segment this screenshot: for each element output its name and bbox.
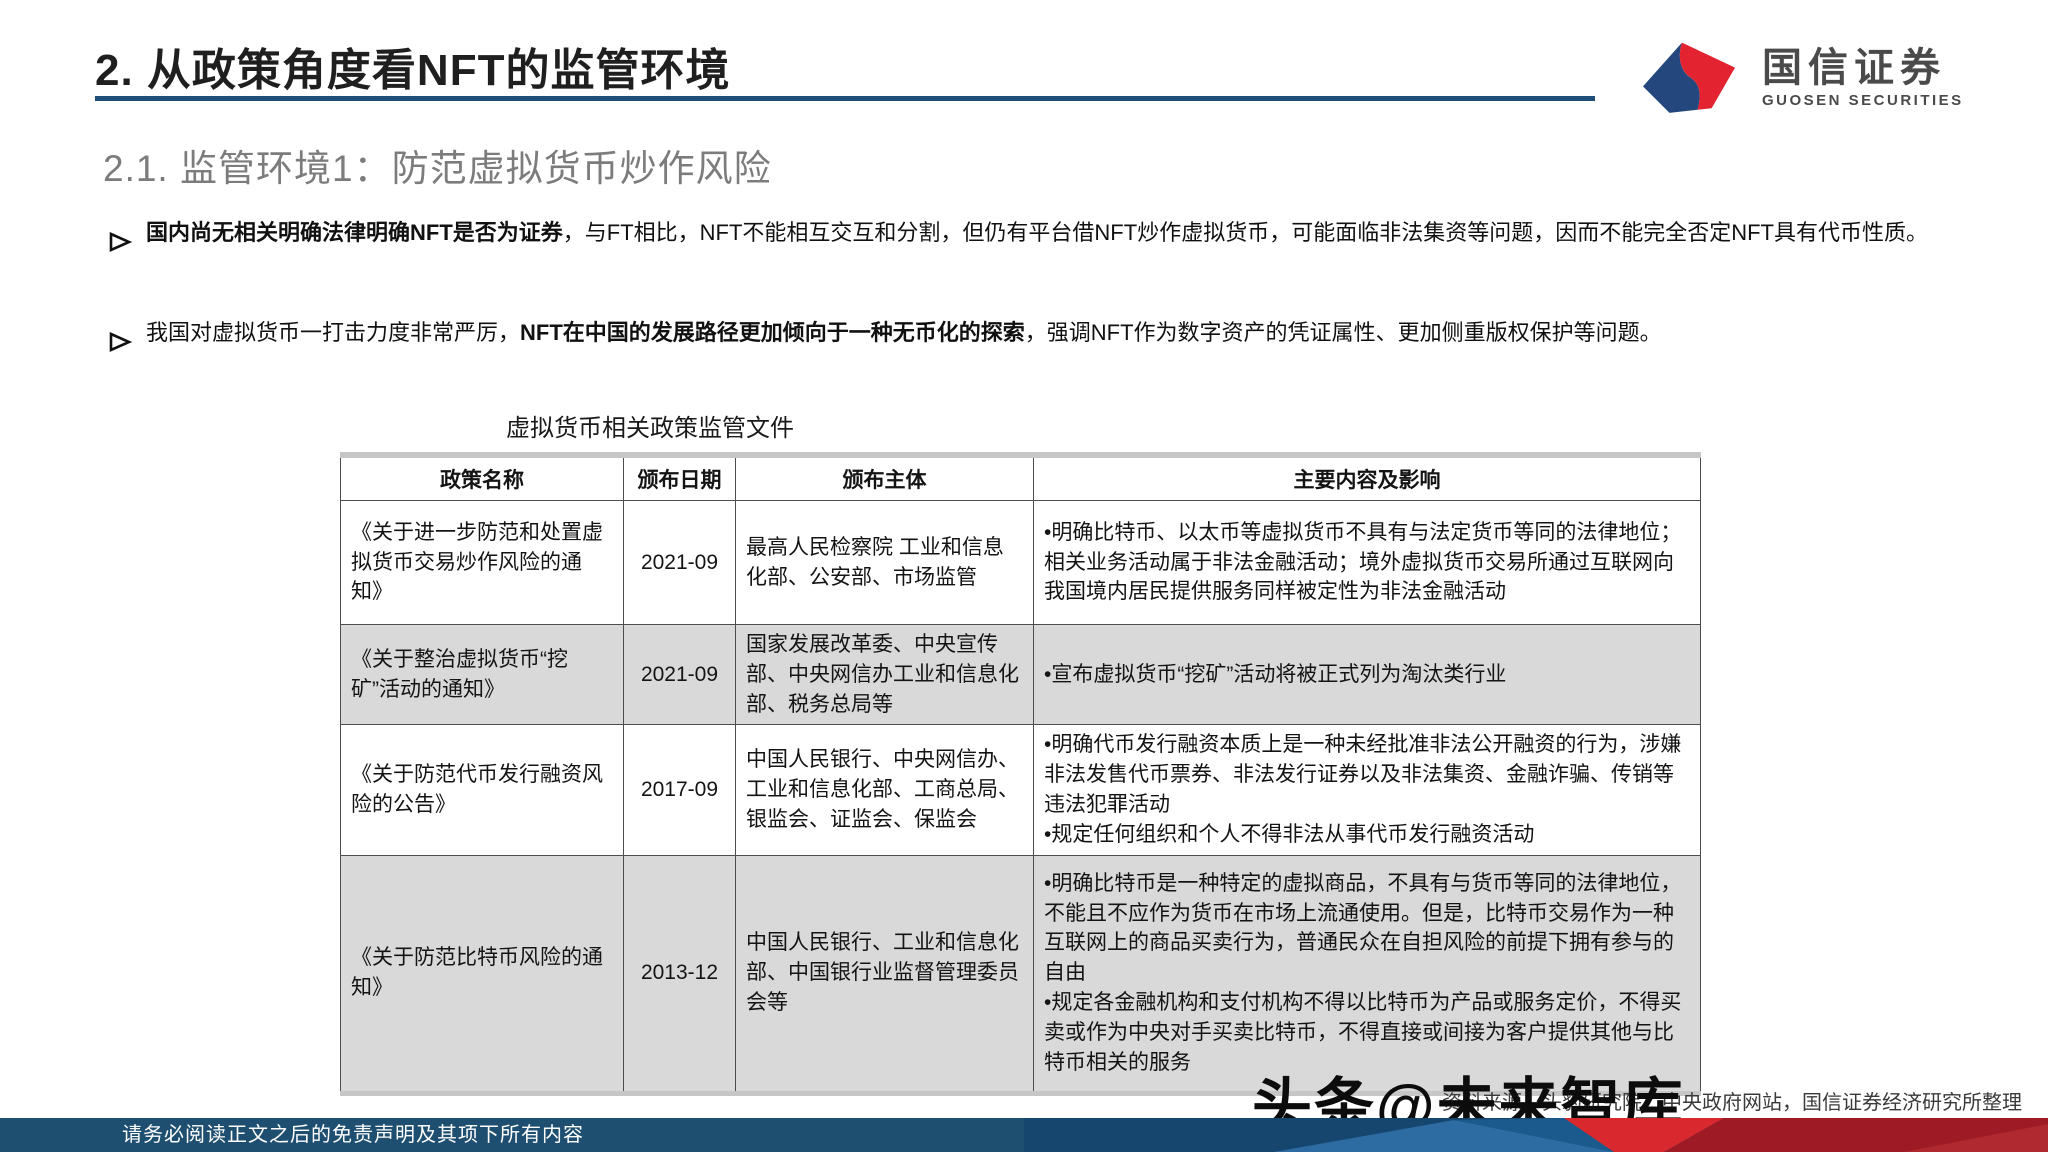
guosen-logo: 国信证券 GUOSEN SECURITIES — [1630, 38, 1964, 116]
issue-date-cell: 2013-12 — [624, 855, 736, 1093]
bullet-2-post: ，强调NFT作为数字资产的凭证属性、更加侧重版权保护等问题。 — [1025, 320, 1662, 345]
bullet-2-text: 我国对虚拟货币一打击力度非常严厉，NFT在中国的发展路径更加倾向于一种无币化的探… — [108, 308, 1938, 358]
issue-date-cell: 2021-09 — [624, 501, 736, 625]
section-subtitle: 2.1. 监管环境1：防范虚拟货币炒作风险 — [103, 138, 772, 192]
issuer-cell: 中国人民银行、中央网信办、工业和信息化部、工商总局、银监会、证监会、保监会 — [736, 725, 1034, 855]
col-header-content: 主要内容及影响 — [1034, 455, 1701, 501]
col-header-issue-date: 颁布日期 — [624, 455, 736, 501]
table-row: 《关于防范代币发行融资风险的公告》 2017-09 中国人民银行、中央网信办、工… — [341, 725, 1701, 855]
bottom-disclaimer-bar: 请务必阅读正文之后的免责声明及其项下所有内容 — [0, 1118, 2048, 1152]
bullet-2-pre: 我国对虚拟货币一打击力度非常严厉， — [146, 320, 520, 345]
content-cell: •明确代币发行融资本质上是一种未经批准非法公开融资的行为，涉嫌非法发售代币票券、… — [1034, 725, 1701, 855]
content-point: •明确代币发行融资本质上是一种未经批准非法公开融资的行为，涉嫌非法发售代币票券、… — [1044, 730, 1690, 819]
guosen-logo-icon — [1630, 38, 1748, 116]
content-point: •明确比特币、以太币等虚拟货币不具有与法定货币等同的法律地位；相关业务活动属于非… — [1044, 518, 1690, 607]
content-point: •规定任何组织和个人不得非法从事代币发行融资活动 — [1044, 820, 1690, 850]
title-underline — [95, 96, 1595, 101]
policy-name-cell: 《关于整治虚拟货币“挖矿”活动的通知》 — [341, 625, 624, 725]
issuer-cell: 国家发展改革委、中央宣传部、中央网信办工业和信息化部、税务总局等 — [736, 625, 1034, 725]
bullet-point-2: 我国对虚拟货币一打击力度非常严厉，NFT在中国的发展路径更加倾向于一种无币化的探… — [108, 308, 1938, 358]
bullet-1-rest: ，与FT相比，NFT不能相互交互和分割，但仍有平台借NFT炒作虚拟货币，可能面临… — [563, 220, 1928, 245]
issuer-cell: 中国人民银行、工业和信息化部、中国银行业监督管理委员会等 — [736, 855, 1034, 1093]
bullet-2-bold: NFT在中国的发展路径更加倾向于一种无币化的探索 — [520, 320, 1025, 345]
disclaimer-text: 请务必阅读正文之后的免责声明及其项下所有内容 — [122, 1118, 584, 1152]
issue-date-cell: 2017-09 — [624, 725, 736, 855]
col-header-issuer: 颁布主体 — [736, 455, 1034, 501]
content-point: •明确比特币是一种特定的虚拟商品，不具有与货币等同的法律地位，不能且不应作为货币… — [1044, 869, 1690, 988]
issue-date-cell: 2021-09 — [624, 625, 736, 725]
issuer-cell: 最高人民检察院 工业和信息化部、公安部、市场监管 — [736, 501, 1034, 625]
content-cell: •明确比特币、以太币等虚拟货币不具有与法定货币等同的法律地位；相关业务活动属于非… — [1034, 501, 1701, 625]
policy-name-cell: 《关于防范比特币风险的通知》 — [341, 855, 624, 1093]
table-header-row: 政策名称 颁布日期 颁布主体 主要内容及影响 — [341, 455, 1701, 501]
slide: 2. 从政策角度看NFT的监管环境 国信证券 GUOSEN SECURITIES… — [0, 0, 2048, 1152]
policy-table: 政策名称 颁布日期 颁布主体 主要内容及影响 《关于进一步防范和处置虚拟货币交易… — [340, 452, 1701, 1096]
logo-name-en: GUOSEN SECURITIES — [1762, 92, 1964, 109]
arrow-bullet-icon — [108, 222, 132, 272]
bullet-point-1: 国内尚无相关明确法律明确NFT是否为证券，与FT相比，NFT不能相互交互和分割，… — [108, 208, 1938, 258]
col-header-policy-name: 政策名称 — [341, 455, 624, 501]
table-title: 虚拟货币相关政策监管文件 — [340, 408, 960, 443]
page-title: 2. 从政策角度看NFT的监管环境 — [95, 34, 730, 98]
logo-name-cn: 国信证券 — [1762, 46, 1964, 90]
arrow-bullet-icon — [108, 322, 132, 372]
policy-name-cell: 《关于进一步防范和处置虚拟货币交易炒作风险的通知》 — [341, 501, 624, 625]
table-row: 《关于进一步防范和处置虚拟货币交易炒作风险的通知》 2021-09 最高人民检察… — [341, 501, 1701, 625]
content-cell: •宣布虚拟货币“挖矿”活动将被正式列为淘汰类行业 — [1034, 625, 1701, 725]
table-row: 《关于整治虚拟货币“挖矿”活动的通知》 2021-09 国家发展改革委、中央宣传… — [341, 625, 1701, 725]
bullet-1-text: 国内尚无相关明确法律明确NFT是否为证券，与FT相比，NFT不能相互交互和分割，… — [108, 208, 1938, 258]
content-point: •宣布虚拟货币“挖矿”活动将被正式列为淘汰类行业 — [1044, 660, 1690, 690]
bullet-1-bold: 国内尚无相关明确法律明确NFT是否为证券 — [146, 220, 563, 245]
footer-ribbon-art — [1024, 1118, 2048, 1152]
policy-name-cell: 《关于防范代币发行融资风险的公告》 — [341, 725, 624, 855]
